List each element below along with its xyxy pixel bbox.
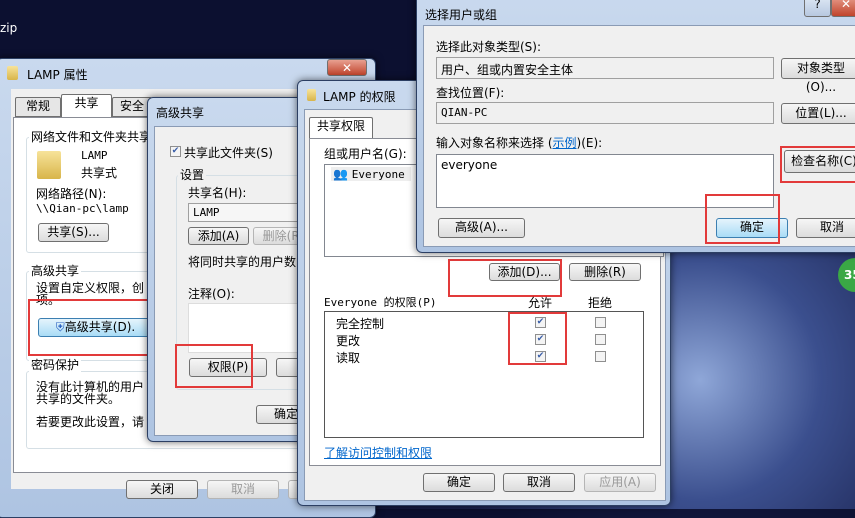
tab-security[interactable]: 安全 bbox=[112, 97, 152, 117]
window-title: LAMP 属性 bbox=[27, 68, 88, 82]
ok-button[interactable]: 确定 bbox=[423, 473, 495, 492]
folder-icon bbox=[37, 151, 61, 179]
share-button[interactable]: 共享(S)... bbox=[38, 223, 109, 242]
add-share-button[interactable]: 添加(A) bbox=[188, 227, 249, 245]
deny-column-header: 拒绝 bbox=[588, 296, 613, 310]
settings-group-label: 设置 bbox=[178, 166, 207, 183]
object-name-label-text: 输入对象名称来选择 ( bbox=[436, 136, 553, 150]
close-window-button[interactable]: ✕ bbox=[327, 59, 367, 76]
password-group-label: 密码保护 bbox=[29, 356, 82, 373]
share-name-label: 共享名(H): bbox=[188, 186, 247, 200]
close-button[interactable]: 关闭 bbox=[126, 480, 198, 499]
location-field: QIAN-PC bbox=[436, 102, 774, 124]
tab-general[interactable]: 常规 bbox=[15, 97, 61, 117]
permission-row-name: 更改 bbox=[336, 334, 361, 348]
tab-sharing[interactable]: 共享 bbox=[61, 94, 112, 118]
tab-share-permissions[interactable]: 共享权限 bbox=[309, 117, 373, 139]
users-group-icon: 👥 bbox=[333, 167, 348, 181]
network-path: \\Qian-pc\lamp bbox=[36, 202, 129, 215]
close-window-button[interactable]: ✕ bbox=[831, 0, 855, 17]
password-text-2: 共享的文件夹。 bbox=[36, 392, 121, 406]
user-item-everyone[interactable]: 👥 Everyone bbox=[331, 167, 411, 181]
permissions-label-text: Everyone 的权限(P) bbox=[324, 296, 437, 309]
advanced-button[interactable]: 高级(A)... bbox=[438, 218, 525, 238]
cancel-button[interactable]: 取消 bbox=[503, 473, 575, 492]
cancel-button[interactable]: 取消 bbox=[207, 480, 279, 499]
highlight-box bbox=[705, 194, 780, 244]
share-folder-checkbox[interactable]: ✔ bbox=[170, 146, 181, 157]
object-type-field: 用户、组或内置安全主体 bbox=[436, 57, 774, 79]
deny-full-control-checkbox[interactable] bbox=[595, 317, 606, 328]
highlight-box bbox=[175, 344, 253, 388]
object-types-button[interactable]: 对象类型(O)... bbox=[781, 58, 855, 94]
password-text-3: 若要更改此设置，请 bbox=[36, 415, 145, 429]
highlight-box bbox=[508, 312, 567, 365]
allow-column-header: 允许 bbox=[528, 296, 553, 310]
share-folder-label: 共享此文件夹(S) bbox=[184, 146, 273, 160]
deny-change-checkbox[interactable] bbox=[595, 334, 606, 345]
advanced-sharing-group-label: 高级共享 bbox=[29, 262, 82, 279]
deny-read-checkbox[interactable] bbox=[595, 351, 606, 362]
object-name-label-suffix: )(E): bbox=[576, 136, 603, 150]
permission-row-name: 完全控制 bbox=[336, 317, 385, 331]
object-type-label: 选择此对象类型(S): bbox=[436, 40, 542, 54]
location-label: 查找位置(F): bbox=[436, 86, 505, 100]
network-path-label: 网络路径(N): bbox=[36, 187, 107, 201]
permission-row-name: 读取 bbox=[336, 351, 361, 365]
desktop-corner-text: zip bbox=[0, 21, 18, 35]
network-sharing-group-label: 网络文件和文件夹共享 bbox=[29, 128, 154, 145]
access-control-help-link[interactable]: 了解访问控制和权限 bbox=[324, 444, 432, 461]
dialog-title: 高级共享 bbox=[156, 106, 205, 120]
share-state: 共享式 bbox=[81, 166, 118, 180]
select-users-dialog: 选择用户或组 ? ✕ 选择此对象类型(S): 用户、组或内置安全主体 对象类型(… bbox=[416, 0, 855, 253]
remove-user-button[interactable]: 删除(R) bbox=[569, 263, 641, 281]
dialog-title: 选择用户或组 bbox=[425, 8, 498, 22]
users-label: 组或用户名(G): bbox=[324, 147, 407, 161]
examples-link[interactable]: 示例 bbox=[553, 136, 577, 150]
desktop-badge[interactable]: 35 bbox=[838, 258, 855, 292]
cancel-button[interactable]: 取消 bbox=[796, 218, 855, 238]
permissions-label: Everyone 的权限(P) bbox=[324, 294, 436, 310]
user-limit-label: 将同时共享的用户数 bbox=[188, 255, 297, 269]
help-button[interactable]: ? bbox=[804, 0, 831, 17]
folder-name: LAMP bbox=[81, 149, 108, 162]
comment-label: 注释(O): bbox=[188, 287, 235, 301]
highlight-box bbox=[28, 299, 158, 356]
highlight-box bbox=[780, 146, 855, 183]
folder-icon bbox=[307, 89, 316, 101]
object-name-label: 输入对象名称来选择 (示例)(E): bbox=[436, 134, 602, 151]
window-title: LAMP 的权限 bbox=[323, 90, 396, 104]
folder-icon bbox=[7, 66, 18, 80]
apply-button[interactable]: 应用(A) bbox=[584, 473, 656, 492]
advanced-sharing-dialog: 高级共享 ✔ 共享此文件夹(S) 设置 共享名(H): LAMP 添加(A) 删… bbox=[147, 97, 318, 442]
highlight-box bbox=[448, 259, 562, 297]
user-name: Everyone bbox=[351, 168, 405, 181]
locations-button[interactable]: 位置(L)... bbox=[781, 103, 855, 124]
